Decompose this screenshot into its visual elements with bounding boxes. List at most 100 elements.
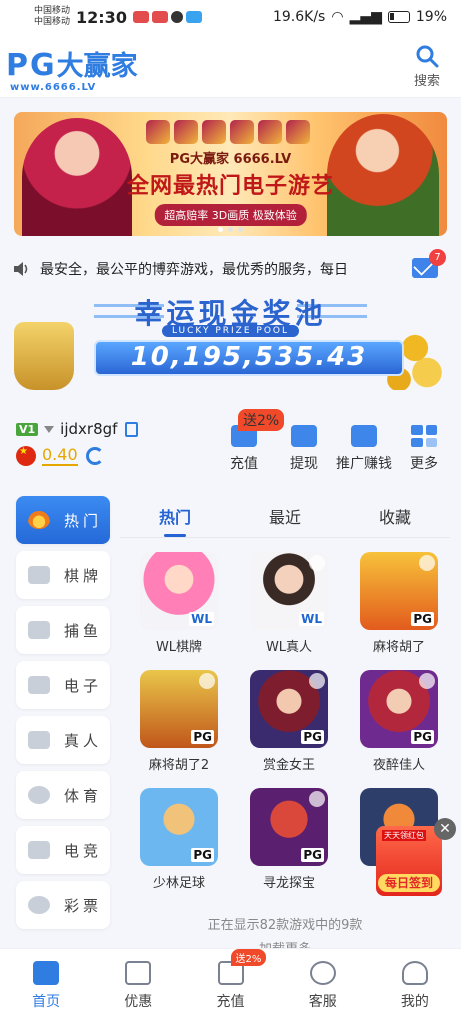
headset-icon (309, 961, 336, 985)
category-sports[interactable]: 体育 (16, 771, 110, 819)
game-name: 赏金女王 (262, 758, 315, 773)
category-esports[interactable]: 电竞 (16, 826, 110, 874)
brand-logo[interactable]: PG 大赢家 www.6666.LV (6, 44, 138, 93)
deposit-button[interactable]: 送2% 充值 (214, 409, 285, 473)
game-card[interactable]: PG 少林足球 (124, 786, 234, 904)
gift-icon (125, 961, 152, 985)
copy-icon[interactable] (125, 421, 139, 437)
game-card[interactable]: WL WL真人 (234, 550, 344, 668)
grid-cell (425, 437, 437, 447)
user-icon (401, 961, 428, 985)
action-label: 推广赚钱 (336, 456, 392, 472)
carrier-2: 中国移动 (34, 17, 71, 27)
user-row: V1 ijdxr8gf (16, 420, 196, 438)
game-card[interactable]: WL WL棋牌 (124, 550, 234, 668)
showing-count: 正在显示82款游戏中的9款 (207, 918, 363, 933)
logo-cn: 大赢家 (56, 51, 138, 82)
nav-profile[interactable]: 我的 (369, 949, 461, 1024)
category-sidebar: 热门 棋牌 捕鱼 电子 真人 体育 电竞 彩票 (16, 496, 112, 936)
game-name: 麻将胡了 (372, 640, 425, 655)
category-label: 电竞 (64, 841, 103, 860)
search-icon (416, 45, 439, 68)
username: ijdxr8gf (60, 420, 118, 438)
game-name: 寻龙探宝 (262, 876, 315, 891)
app-notification-icon (151, 11, 168, 23)
grid-cell (411, 425, 423, 435)
game-thumbnail: WL (250, 552, 328, 630)
vs-icon (28, 841, 50, 859)
action-label: 充值 (230, 456, 258, 472)
notice-text[interactable]: 最安全，最公平的博弈游戏，最优秀的服务，每日 (40, 259, 420, 279)
category-live[interactable]: 真人 (16, 716, 110, 764)
category-label: 体育 (64, 786, 103, 805)
game-icon (286, 120, 310, 144)
battery-level: 19% (415, 9, 447, 25)
game-card[interactable]: PG 麻将胡了 (344, 550, 454, 668)
jackpot-panel: 幸运现金奖池 LUCKY PRIZE POOL 10,195,535.43 (14, 292, 447, 392)
favorite-star-icon[interactable] (199, 673, 215, 689)
game-icon (202, 120, 226, 144)
search-button[interactable]: 搜索 (407, 44, 447, 89)
mail-badge: 7 (429, 249, 446, 266)
checkin-label: 每日签到 (378, 874, 440, 892)
slot-777-icon (28, 676, 50, 694)
game-thumbnail: PG (140, 670, 218, 748)
game-card[interactable]: PG 麻将胡了2 (124, 668, 234, 786)
tab-hot[interactable]: 热门 (120, 498, 230, 537)
close-icon[interactable]: ✕ (434, 818, 456, 840)
game-thumbnail: PG (360, 670, 438, 748)
nav-promotions[interactable]: 优惠 (92, 949, 184, 1024)
app-notification-icon (185, 11, 202, 23)
page-dot[interactable] (238, 227, 243, 232)
game-card[interactable]: PG 寻龙探宝 (234, 786, 344, 904)
dropdown-icon[interactable] (44, 425, 55, 433)
category-label: 彩票 (64, 896, 103, 915)
provider-tag: PG (411, 612, 434, 626)
favorite-star-icon[interactable] (309, 673, 325, 689)
category-lottery[interactable]: 彩票 (16, 881, 110, 929)
nav-label: 充值 (216, 994, 245, 1010)
game-icon (258, 120, 282, 144)
currency-flag-icon (16, 446, 36, 466)
jackpot-subtitle-text: LUCKY PRIZE POOL (161, 325, 300, 337)
game-card[interactable]: PG 夜醉佳人 (344, 668, 454, 786)
favorite-star-icon[interactable] (309, 791, 325, 807)
ticket-icon (291, 425, 317, 447)
promo-banner[interactable]: PG大赢家 6666.LV 全网最热门电子游艺 超高赔率 3D画质 极致体验 (14, 112, 447, 236)
clock: 12:30 (76, 7, 127, 27)
tab-favorites[interactable]: 收藏 (340, 498, 450, 537)
tab-recent[interactable]: 最近 (230, 498, 340, 537)
fish-icon (28, 621, 50, 639)
more-button[interactable]: 更多 (394, 420, 454, 473)
quick-actions: 送2% 充值 提现 推广赚钱 更多 (214, 409, 454, 473)
nav-home[interactable]: 首页 (0, 949, 92, 1024)
refresh-icon[interactable] (85, 447, 104, 465)
grid-cell (411, 437, 423, 447)
banner-game-icons (146, 120, 310, 144)
mail-icon[interactable]: 7 (412, 249, 446, 278)
favorite-star-icon[interactable] (309, 555, 325, 571)
daily-checkin-widget[interactable]: 天天领红包 每日签到 (376, 826, 442, 896)
category-label: 棋牌 (64, 566, 103, 585)
page-dot[interactable] (228, 227, 233, 232)
provider-tag: WL (189, 612, 214, 626)
category-cards[interactable]: 棋牌 (16, 551, 110, 599)
signal-icon: ▂▄▆ (349, 9, 382, 25)
fire-icon (28, 511, 50, 529)
withdraw-button[interactable]: 提现 (274, 420, 334, 473)
favorite-star-icon[interactable] (419, 673, 435, 689)
page-dot[interactable] (218, 227, 223, 232)
category-fishing[interactable]: 捕鱼 (16, 606, 110, 654)
category-hot[interactable]: 热门 (16, 496, 110, 544)
chat-icon (170, 11, 183, 23)
favorite-star-icon[interactable] (419, 555, 435, 571)
game-card[interactable]: PG 赏金女王 (234, 668, 344, 786)
game-icon (174, 120, 198, 144)
nav-support[interactable]: 客服 (277, 949, 369, 1024)
wifi-icon: ◠ (331, 9, 344, 25)
referral-button[interactable]: 推广赚钱 (334, 420, 394, 473)
provider-tag: PG (301, 730, 324, 744)
nav-deposit[interactable]: 送2% 充值 (184, 949, 276, 1024)
promo-badge: 送2% (230, 949, 267, 966)
category-slots[interactable]: 电子 (16, 661, 110, 709)
